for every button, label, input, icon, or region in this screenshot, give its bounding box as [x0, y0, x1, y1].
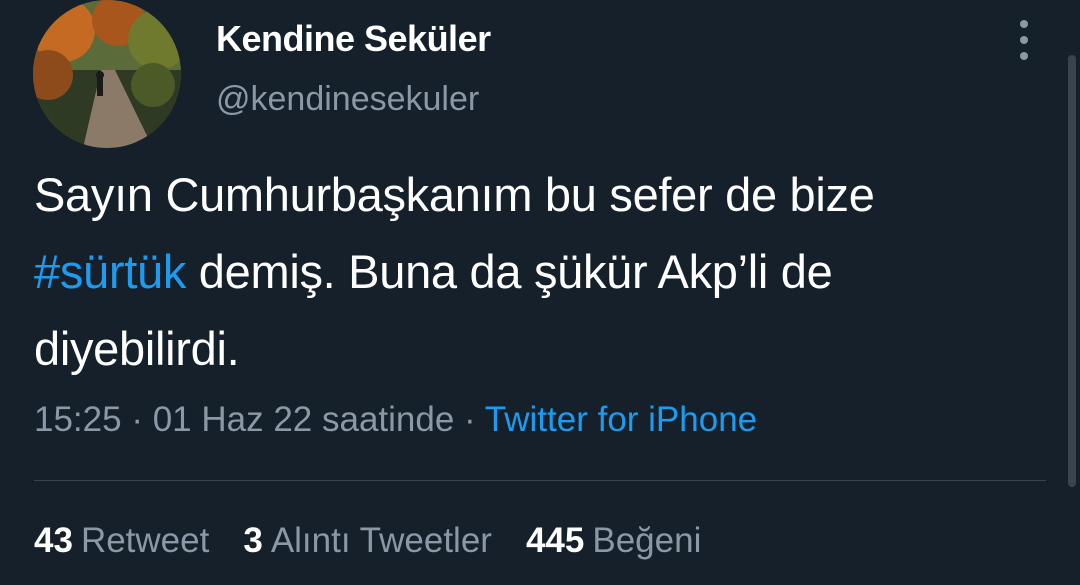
tweet-meta: 15:25 · 01 Haz 22 saatinde · Twitter for… — [34, 400, 757, 440]
tweet-text: Sayın Cumhurbaşkanım bu sefer de bize #s… — [34, 156, 1034, 387]
meta-separator: · — [454, 400, 485, 439]
dot-icon — [1020, 52, 1028, 60]
retweet-stat[interactable]: 43 Retweet — [34, 521, 209, 561]
like-count: 445 — [525, 521, 585, 560]
avatar[interactable] — [33, 0, 181, 148]
tweet-text-before: Sayın Cumhurbaşkanım bu sefer de bize — [34, 168, 875, 221]
user-handle[interactable]: @kendinesekuler — [216, 80, 479, 119]
quote-tweet-count: 3 — [243, 521, 263, 560]
tweet-detail: Kendine Seküler @kendinesekuler Sayın Cu… — [0, 0, 1080, 585]
quote-tweet-label: Alıntı Tweetler — [270, 521, 492, 560]
scrollbar[interactable] — [1068, 55, 1076, 487]
hashtag-link[interactable]: #sürtük — [34, 245, 186, 298]
like-label: Beğeni — [592, 521, 702, 560]
tweet-stats: 43 Retweet 3 Alıntı Tweetler 445 Beğeni — [34, 521, 735, 561]
more-vertical-icon[interactable] — [1008, 20, 1040, 60]
divider — [34, 480, 1046, 481]
retweet-label: Retweet — [80, 521, 210, 560]
quote-tweet-stat[interactable]: 3 Alıntı Tweetler — [243, 521, 492, 561]
tweet-time[interactable]: 15:25 — [34, 400, 122, 439]
dot-icon — [1020, 20, 1028, 28]
tweet-date[interactable]: 01 Haz 22 saatinde — [153, 400, 455, 439]
display-name[interactable]: Kendine Seküler — [216, 18, 491, 60]
tweet-source[interactable]: Twitter for iPhone — [485, 400, 757, 439]
avatar-photo — [33, 0, 181, 148]
like-stat[interactable]: 445 Beğeni — [526, 521, 701, 561]
dot-icon — [1020, 36, 1028, 44]
retweet-count: 43 — [34, 521, 73, 560]
meta-separator: · — [121, 400, 153, 439]
